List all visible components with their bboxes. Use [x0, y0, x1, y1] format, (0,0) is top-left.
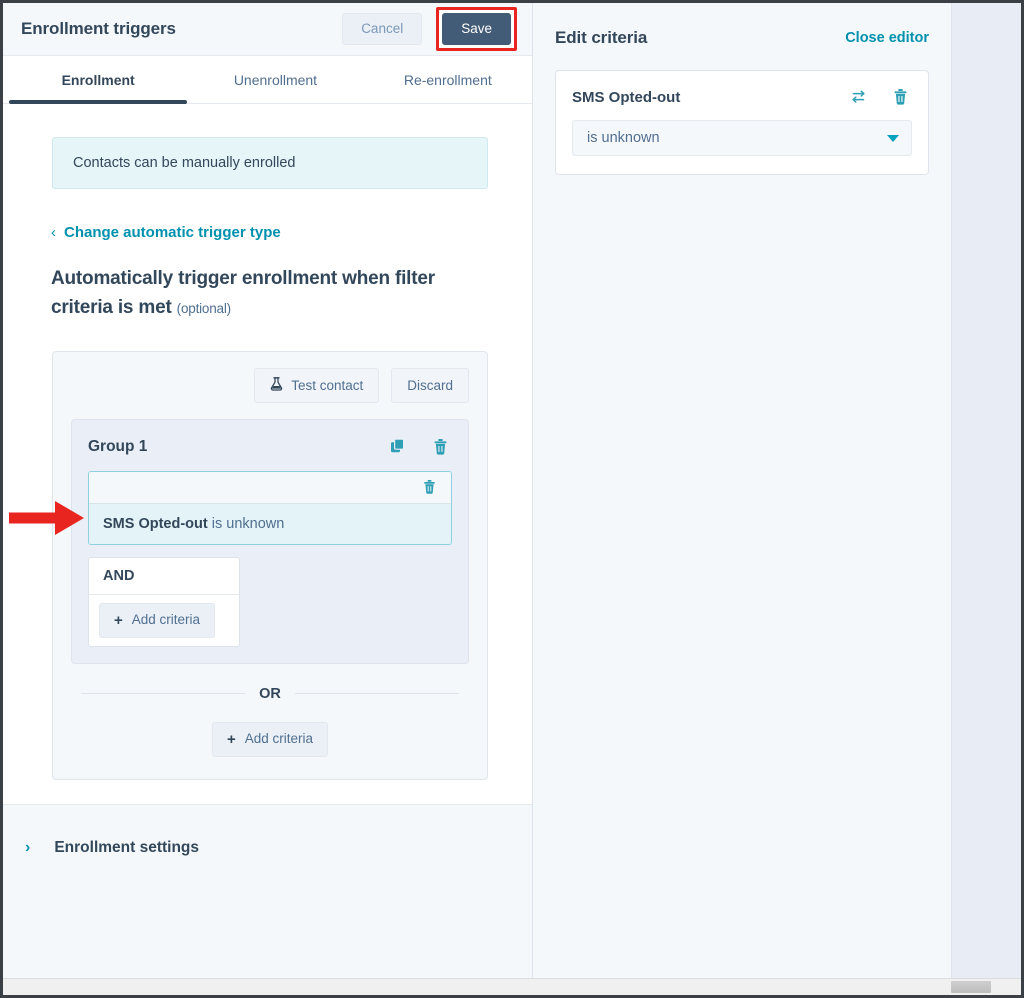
test-contact-label: Test contact	[291, 377, 364, 393]
edit-criteria-panel: Edit criteria Close editor SMS Opted-out	[533, 3, 951, 995]
chevron-right-icon[interactable]: ›	[25, 839, 30, 857]
trash-icon[interactable]	[417, 475, 441, 499]
group-header: Group 1	[88, 435, 452, 459]
criteria-row-toolbar	[89, 471, 451, 504]
operator-select-value: is unknown	[587, 130, 660, 146]
divider-line-left	[81, 693, 246, 694]
and-label: AND	[89, 558, 239, 595]
tab-unenrollment[interactable]: Unenrollment	[187, 56, 363, 103]
criteria-row-selected[interactable]: SMS Opted-out is unknown	[88, 470, 452, 545]
edit-criteria-card: SMS Opted-out is unknown	[555, 70, 929, 175]
tab-re-enrollment[interactable]: Re-enrollment	[364, 56, 532, 103]
save-button-highlight: Save	[436, 7, 517, 51]
or-label: OR	[259, 685, 281, 702]
edit-criteria-title: Edit criteria	[555, 28, 648, 47]
section-heading: Automatically trigger enrollment when fi…	[51, 265, 472, 322]
exchange-icon[interactable]	[846, 85, 870, 109]
enrollment-triggers-panel: Enrollment triggers Cancel Save Enrollme…	[3, 3, 533, 995]
horizontal-scrollbar-track[interactable]	[3, 978, 1021, 995]
cancel-button[interactable]: Cancel	[342, 13, 423, 45]
operator-select[interactable]: is unknown	[572, 120, 912, 156]
edit-card-property-label: SMS Opted-out	[572, 88, 681, 106]
enrollment-settings-accordion[interactable]: › Enrollment settings	[3, 805, 532, 995]
section-heading-text: Automatically trigger enrollment when fi…	[51, 268, 435, 318]
panel-header: Enrollment triggers Cancel Save	[3, 3, 532, 56]
and-block: AND + Add criteria	[88, 556, 240, 647]
filter-criteria-builder: Test contact Discard Group 1 SMS Opted-o…	[52, 351, 488, 780]
test-contact-button[interactable]: Test contact	[254, 368, 380, 403]
trash-icon[interactable]	[888, 85, 912, 109]
criteria-row-summary: SMS Opted-out is unknown	[89, 503, 451, 544]
edit-criteria-header: Edit criteria Close editor	[533, 3, 951, 48]
or-divider: OR	[81, 686, 459, 702]
copy-icon[interactable]	[386, 435, 410, 459]
builder-actions: Test contact Discard	[71, 368, 469, 403]
tab-bar: Enrollment Unenrollment Re-enrollment	[3, 56, 532, 104]
save-button[interactable]: Save	[442, 13, 511, 45]
chevron-left-icon: ‹	[51, 224, 56, 241]
application-window: Enrollment triggers Cancel Save Enrollme…	[0, 0, 1024, 998]
right-gutter	[951, 3, 1021, 995]
manual-enrollment-banner: Contacts can be manually enrolled	[52, 137, 488, 189]
plus-icon: +	[226, 730, 236, 748]
close-editor-link[interactable]: Close editor	[845, 30, 929, 46]
outer-add-wrap: + Add criteria	[71, 721, 469, 757]
flask-icon	[270, 377, 283, 394]
page-title: Enrollment triggers	[21, 19, 176, 38]
add-criteria-inner-label: Add criteria	[131, 612, 201, 628]
plus-icon: +	[114, 611, 123, 629]
change-trigger-type-label: Change automatic trigger type	[64, 224, 281, 241]
section-optional-label: (optional)	[176, 300, 231, 316]
add-criteria-group-button[interactable]: + Add criteria	[211, 721, 329, 757]
caret-down-icon[interactable]	[887, 134, 899, 142]
trash-icon[interactable]	[428, 435, 452, 459]
enrollment-settings-label[interactable]: Enrollment settings	[54, 839, 199, 857]
and-add-wrap: + Add criteria	[89, 595, 239, 646]
criteria-operator-value: is unknown	[211, 515, 285, 532]
add-criteria-inner-button[interactable]: + Add criteria	[99, 602, 216, 638]
tab-enrollment[interactable]: Enrollment	[9, 56, 188, 104]
criteria-property-label: SMS Opted-out	[103, 515, 208, 532]
group-title: Group 1	[88, 437, 148, 455]
horizontal-scrollbar-thumb[interactable]	[951, 981, 991, 993]
add-criteria-group-label: Add criteria	[244, 731, 314, 747]
divider-line-right	[294, 693, 459, 694]
criteria-group-1: Group 1 SMS Opted-out is unknown AND + A…	[71, 418, 469, 664]
enrollment-tab-content: Contacts can be manually enrolled ‹ Chan…	[3, 104, 532, 805]
edit-card-header: SMS Opted-out	[572, 85, 912, 109]
discard-button[interactable]: Discard	[391, 368, 469, 403]
change-trigger-type-link[interactable]: ‹ Change automatic trigger type	[51, 224, 281, 241]
